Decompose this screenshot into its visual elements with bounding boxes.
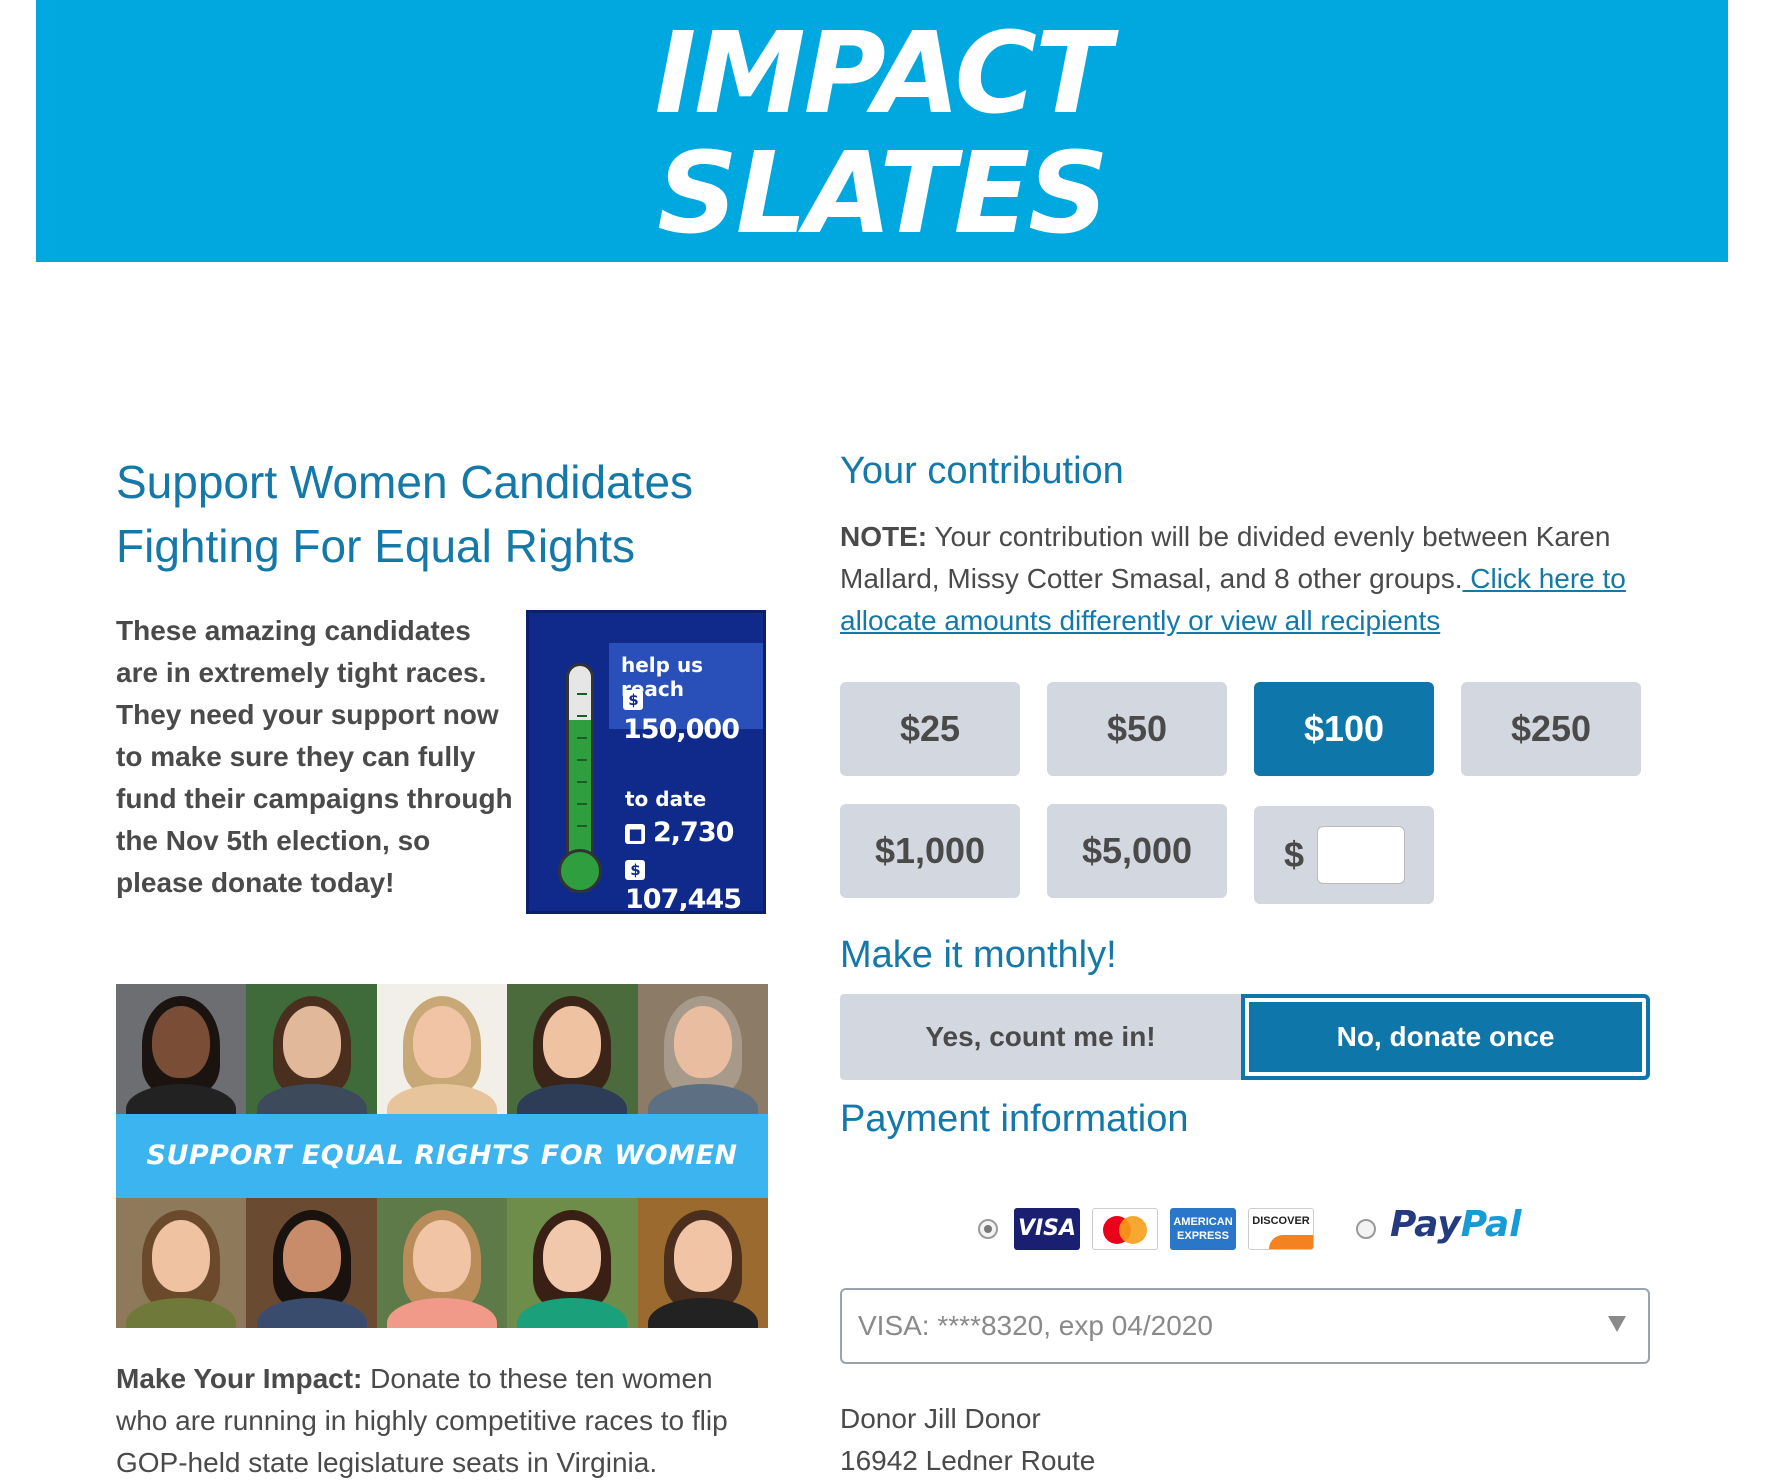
monthly-yes-button[interactable]: Yes, count me in! bbox=[840, 994, 1241, 1080]
candidate-photo bbox=[376, 1198, 508, 1328]
amount-button-5000[interactable]: $5,000 bbox=[1047, 804, 1227, 898]
thermometer-bulb bbox=[558, 849, 602, 893]
payment-method-selector: VISA AMERICAN EXPRESS DISCOVER PayPal bbox=[978, 1204, 1521, 1252]
candidate-photo bbox=[376, 984, 508, 1114]
paypal-icon: PayPal bbox=[1390, 1204, 1521, 1245]
amount-button-50[interactable]: $50 bbox=[1047, 682, 1227, 776]
donor-street: 16942 Ledner Route bbox=[840, 1445, 1096, 1476]
candidate-photo bbox=[507, 984, 638, 1114]
dollar-icon: $ bbox=[623, 690, 643, 710]
fundraising-thermometer: help us reach $150,000 to date ■ 2,730 $1… bbox=[526, 610, 766, 914]
goal-amount: $150,000 bbox=[623, 683, 763, 745]
note-label: NOTE: bbox=[840, 521, 928, 552]
raised-amount: $107,445 bbox=[625, 853, 763, 914]
recurring-toggle: Yes, count me in! No, donate once bbox=[840, 994, 1650, 1080]
custom-amount-input[interactable] bbox=[1317, 826, 1405, 884]
goal-value: 150,000 bbox=[623, 714, 740, 745]
candidate-photo-collage: SUPPORT EQUAL RIGHTS FOR WOMEN bbox=[116, 984, 769, 1328]
header-banner: IMPACT SLATES bbox=[36, 0, 1728, 262]
candidate-photo bbox=[246, 984, 377, 1114]
page-title: Support Women Candidates Fighting For Eq… bbox=[116, 456, 694, 572]
candidate-photo bbox=[507, 1198, 638, 1328]
candidate-photo bbox=[246, 1198, 377, 1328]
mastercard-icon bbox=[1092, 1208, 1158, 1250]
contribution-heading: Your contribution bbox=[840, 450, 1124, 492]
monthly-heading: Make it monthly! bbox=[840, 934, 1117, 976]
banner-title-line1: IMPACT bbox=[654, 9, 1112, 139]
candidate-photo bbox=[116, 1198, 247, 1328]
amount-button-1000[interactable]: $1,000 bbox=[840, 804, 1020, 898]
amex-icon: AMERICAN EXPRESS bbox=[1170, 1208, 1236, 1250]
saved-card-select[interactable]: VISA: ****8320, exp 04/2020 bbox=[840, 1288, 1650, 1364]
donor-address: Donor Jill Donor 16942 Ledner Route bbox=[840, 1398, 1095, 1482]
campaign-info: Support Women Candidates Fighting For Eq… bbox=[116, 450, 769, 1478]
impact-description: Make Your Impact: Donate to these ten wo… bbox=[116, 1358, 768, 1484]
paypal-pay: Pay bbox=[1390, 1204, 1461, 1245]
raised-value: 107,445 bbox=[625, 884, 742, 914]
payment-heading: Payment information bbox=[840, 1098, 1189, 1140]
visa-icon: VISA bbox=[1014, 1208, 1080, 1250]
banner-title-line2: SLATES bbox=[657, 129, 1109, 259]
donor-count-value: 2,730 bbox=[653, 817, 734, 848]
discover-icon: DISCOVER bbox=[1248, 1208, 1314, 1250]
thermometer-ticks bbox=[577, 693, 587, 843]
amount-button-250[interactable]: $250 bbox=[1461, 682, 1641, 776]
to-date-label: to date bbox=[625, 787, 707, 811]
candidate-photo bbox=[116, 984, 247, 1114]
intro-text: These amazing candidates are in extremel… bbox=[116, 615, 513, 898]
candidate-photos-bottom bbox=[116, 1198, 769, 1328]
donor-count: ■ 2,730 bbox=[625, 817, 734, 848]
donor-name: Donor Jill Donor bbox=[840, 1403, 1041, 1434]
equal-rights-banner: SUPPORT EQUAL RIGHTS FOR WOMEN bbox=[116, 1114, 768, 1198]
amount-button-25[interactable]: $25 bbox=[840, 682, 1020, 776]
person-icon: ■ bbox=[625, 824, 645, 844]
allocation-note: NOTE: Your contribution will be divided … bbox=[840, 516, 1650, 642]
custom-amount-symbol: $ bbox=[1284, 834, 1305, 875]
donate-once-button[interactable]: No, donate once bbox=[1241, 994, 1650, 1080]
impact-label: Make Your Impact: bbox=[116, 1363, 363, 1394]
candidate-photos-top bbox=[116, 984, 769, 1114]
candidate-photo bbox=[637, 1198, 769, 1328]
card-radio[interactable] bbox=[978, 1219, 998, 1239]
saved-card-value: VISA: ****8320, exp 04/2020 bbox=[858, 1310, 1213, 1341]
paypal-pal: Pal bbox=[1460, 1204, 1522, 1245]
discover-label: DISCOVER bbox=[1252, 1215, 1310, 1227]
custom-amount: $ bbox=[1254, 806, 1434, 904]
chevron-down-icon bbox=[1608, 1316, 1626, 1332]
amount-button-100[interactable]: $100 bbox=[1254, 682, 1434, 776]
paypal-radio[interactable] bbox=[1356, 1219, 1376, 1239]
candidate-photo bbox=[637, 984, 769, 1114]
dollar-icon: $ bbox=[625, 860, 645, 880]
